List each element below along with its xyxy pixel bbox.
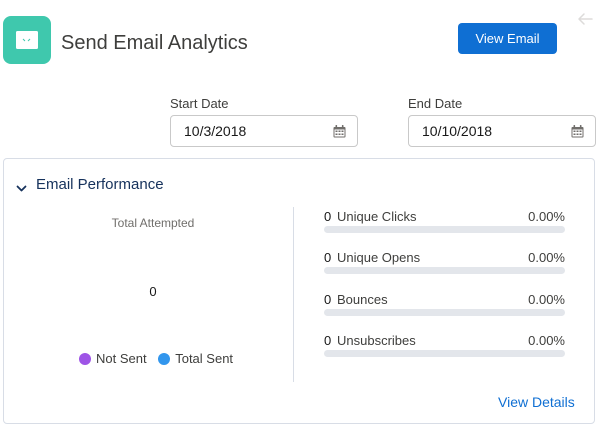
page-header: Send Email Analytics View Email xyxy=(0,0,598,80)
start-date-label: Start Date xyxy=(170,96,229,111)
end-date-label: End Date xyxy=(408,96,463,111)
metric-percent: 0.00% xyxy=(528,250,565,265)
total-sent-dot-icon xyxy=(158,352,171,365)
chart-legend: Not Sent Total Sent xyxy=(79,351,241,368)
metric-percent: 0.00% xyxy=(528,209,565,224)
start-date-field[interactable]: 10/3/2018 xyxy=(170,115,358,147)
metric-unsubscribes: 0 Unsubscribes 0.00% xyxy=(324,333,565,363)
legend-item-total-sent[interactable]: Total Sent xyxy=(158,351,233,366)
back-arrow-icon[interactable] xyxy=(577,11,593,27)
metric-bounces: 0 Bounces 0.00% xyxy=(324,292,565,322)
metric-name: Unsubscribes xyxy=(337,333,416,348)
legend-item-not-sent[interactable]: Not Sent xyxy=(79,351,147,366)
view-details-link[interactable]: View Details xyxy=(498,394,575,410)
chevron-down-icon[interactable] xyxy=(16,180,27,198)
legend-label: Not Sent xyxy=(96,351,147,366)
email-performance-card: Email Performance Total Attempted 0 Not … xyxy=(3,158,595,424)
view-email-button[interactable]: View Email xyxy=(458,23,557,54)
divider xyxy=(293,207,294,382)
metric-count: 0 xyxy=(324,292,332,307)
calendar-icon[interactable] xyxy=(571,125,584,143)
metric-count: 0 xyxy=(324,209,332,224)
legend-label: Total Sent xyxy=(175,351,234,366)
metric-name: Bounces xyxy=(337,292,388,307)
end-date-field[interactable]: 10/10/2018 xyxy=(408,115,596,147)
metric-progress-bar xyxy=(324,267,565,274)
metric-count: 0 xyxy=(324,250,332,265)
metric-progress-bar xyxy=(324,350,565,357)
metric-unique-opens: 0 Unique Opens 0.00% xyxy=(324,250,565,280)
email-analytics-icon xyxy=(3,16,51,64)
metric-name: Unique Clicks xyxy=(337,209,417,224)
not-sent-dot-icon xyxy=(79,352,91,365)
metric-progress-bar xyxy=(324,309,565,316)
metric-percent: 0.00% xyxy=(528,333,565,348)
metric-unique-clicks: 0 Unique Clicks 0.00% xyxy=(324,209,565,239)
end-date-value: 10/10/2018 xyxy=(422,123,493,139)
metric-name: Unique Opens xyxy=(337,250,421,265)
metric-count: 0 xyxy=(324,333,332,348)
metric-percent: 0.00% xyxy=(528,292,565,307)
start-date-value: 10/3/2018 xyxy=(184,123,247,139)
calendar-icon[interactable] xyxy=(333,125,346,143)
page-title: Send Email Analytics xyxy=(61,32,248,54)
metric-progress-bar xyxy=(324,226,565,233)
card-title: Email Performance xyxy=(36,176,164,193)
total-attempted-value: 0 xyxy=(149,284,157,299)
total-attempted-label: Total Attempted xyxy=(111,216,195,230)
